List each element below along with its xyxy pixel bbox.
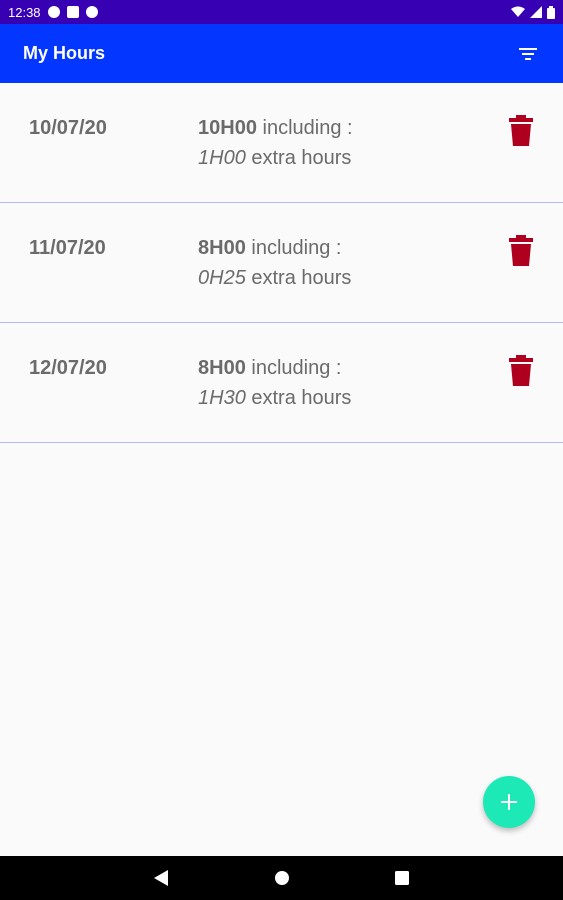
delete-button[interactable] xyxy=(508,115,534,147)
entry-date: 12/07/20 xyxy=(29,357,107,379)
sd-card-icon xyxy=(66,6,79,18)
entry-including: including : xyxy=(251,237,342,259)
clock: 12:38 xyxy=(8,4,41,20)
status-right xyxy=(511,5,555,19)
delete-button[interactable] xyxy=(508,235,534,267)
recents-button[interactable] xyxy=(392,868,412,888)
entry-date: 10/07/20 xyxy=(29,117,107,139)
trash-icon xyxy=(509,235,533,266)
filter-icon xyxy=(519,47,537,60)
entry-total: 8H00 xyxy=(198,237,246,259)
trash-icon xyxy=(509,115,533,146)
entry-extra-line: 0H25 extra hours xyxy=(198,267,351,290)
entry-date: 11/07/20 xyxy=(29,237,106,259)
entry-extra: 0H25 xyxy=(198,267,246,289)
filter-button[interactable] xyxy=(516,42,540,66)
hours-list: 10/07/20 10H00 including : 1H00 extra ho… xyxy=(0,83,563,443)
app-bar: My Hours xyxy=(0,24,563,83)
entry-extra: 1H00 xyxy=(198,147,246,169)
list-item[interactable]: 11/07/20 8H00 including : 0H25 extra hou… xyxy=(0,203,563,323)
trash-icon xyxy=(509,355,533,386)
battery-icon xyxy=(547,5,555,19)
back-button[interactable] xyxy=(151,868,171,888)
entry-including: including : xyxy=(251,357,342,379)
delete-button[interactable] xyxy=(508,355,534,387)
entry-total-line: 8H00 including : xyxy=(198,237,341,260)
entry-extra-line: 1H30 extra hours xyxy=(198,387,351,410)
home-button[interactable] xyxy=(272,868,292,888)
back-icon xyxy=(154,870,168,886)
notification-p-icon xyxy=(47,6,60,18)
wifi-icon xyxy=(511,6,525,17)
entry-total: 8H00 xyxy=(198,357,246,379)
add-entry-button[interactable] xyxy=(483,776,535,828)
entry-total: 10H00 xyxy=(198,117,257,139)
status-left: 12:38 xyxy=(8,5,98,20)
page-title: My Hours xyxy=(23,43,106,63)
entry-including: including : xyxy=(262,117,353,139)
signal-icon xyxy=(530,6,542,18)
system-nav-bar xyxy=(0,856,563,900)
recents-icon xyxy=(395,871,409,885)
plus-icon xyxy=(501,794,517,810)
list-item[interactable]: 10/07/20 10H00 including : 1H00 extra ho… xyxy=(0,83,563,203)
list-item[interactable]: 12/07/20 8H00 including : 1H30 extra hou… xyxy=(0,323,563,443)
home-icon xyxy=(275,871,289,885)
entry-extra: 1H30 xyxy=(198,387,246,409)
entry-extra-label: extra hours xyxy=(251,387,352,409)
notification-p-icon xyxy=(85,6,98,18)
status-bar: 12:38 xyxy=(0,0,563,24)
entry-total-line: 10H00 including : xyxy=(198,117,353,140)
entry-total-line: 8H00 including : xyxy=(198,357,341,380)
entry-extra-label: extra hours xyxy=(251,267,352,289)
entry-extra-line: 1H00 extra hours xyxy=(198,147,351,170)
entry-extra-label: extra hours xyxy=(251,147,352,169)
